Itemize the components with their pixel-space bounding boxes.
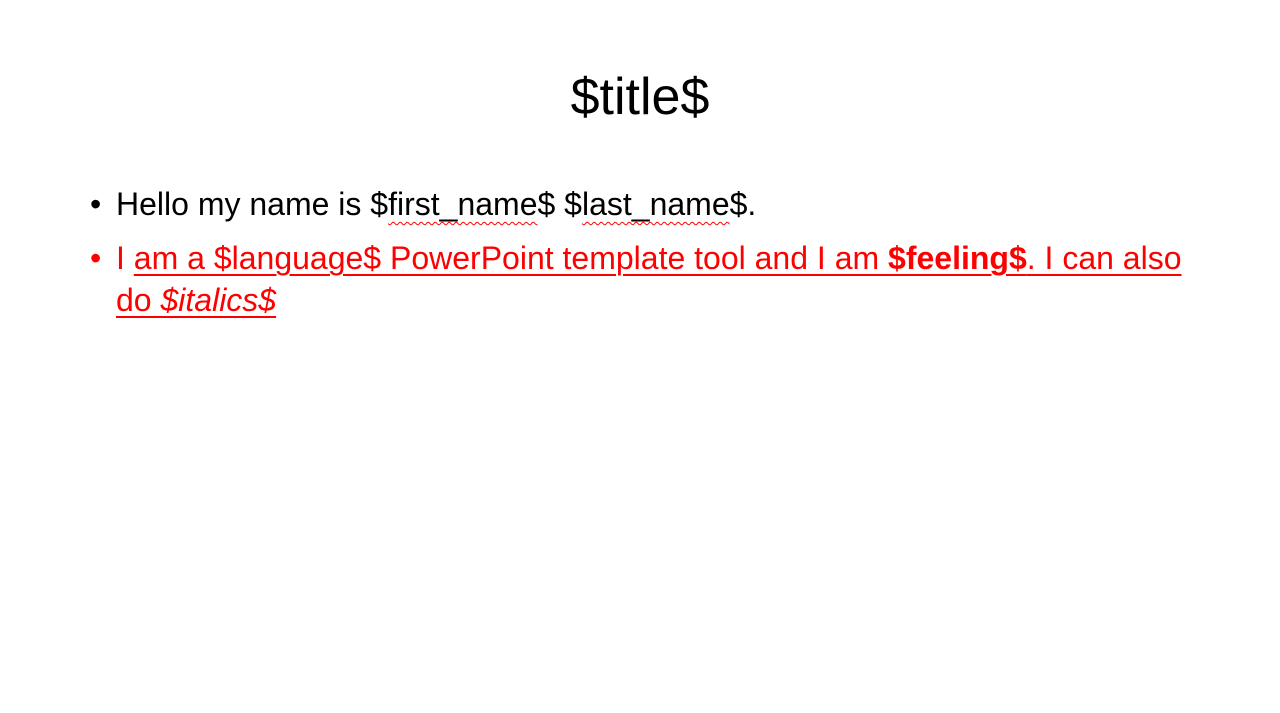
slide-title[interactable]: $title$ bbox=[0, 62, 1280, 132]
slide: $title$ • Hello my name is $first_name$ $… bbox=[0, 0, 1280, 713]
bullet1-before: Hello my name is $ bbox=[116, 186, 389, 222]
bullet2-lead: I bbox=[116, 240, 134, 276]
bullet-dot-icon: • bbox=[90, 186, 102, 222]
bullet1-middle: $ $ bbox=[537, 186, 582, 222]
bullet1-after: $. bbox=[729, 186, 757, 222]
feeling-placeholder: $feeling$ bbox=[888, 240, 1027, 276]
bullet-item-name[interactable]: • Hello my name is $first_name$ $last_nam… bbox=[90, 183, 1200, 225]
last-name-placeholder: last_name bbox=[581, 186, 730, 222]
italics-placeholder: $italics$ bbox=[160, 282, 277, 318]
bullet-list: • Hello my name is $first_name$ $last_nam… bbox=[90, 183, 1200, 333]
bullet2-underlined-start: am a $language$ PowerPoint template tool… bbox=[133, 240, 889, 276]
bullet-dot-icon: • bbox=[90, 240, 102, 276]
first-name-placeholder: first_name bbox=[388, 186, 538, 222]
bullet-item-language[interactable]: • I am a $language$ PowerPoint template t… bbox=[90, 237, 1200, 321]
